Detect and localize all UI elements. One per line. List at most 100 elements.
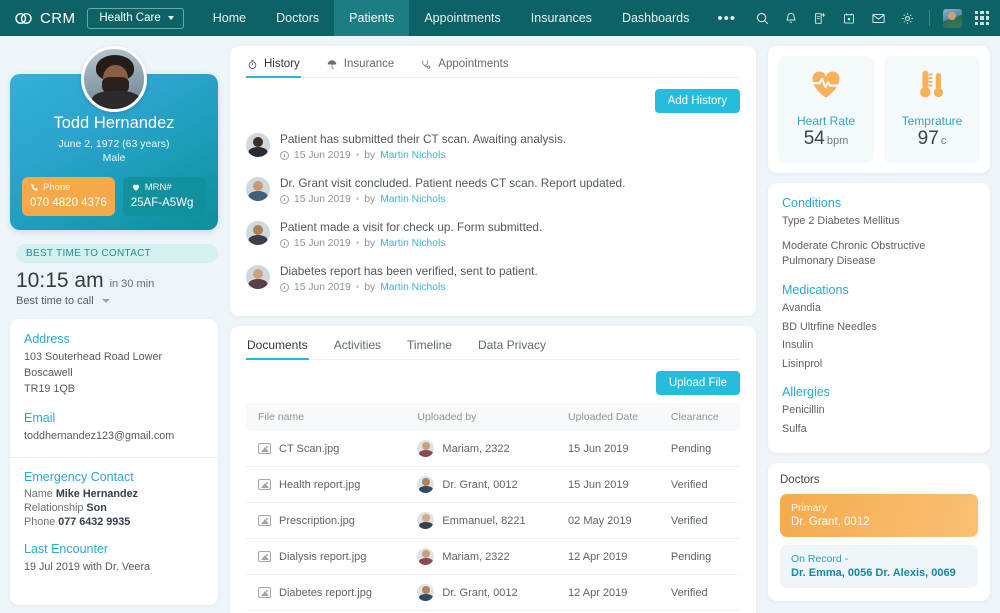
module-selector[interactable]: Health Care <box>87 7 184 29</box>
patient-mrn-pill[interactable]: MRN# 25AF-A5Wg <box>122 177 206 217</box>
last-encounter-title: Last Encounter <box>24 541 109 556</box>
phone-pill-label: Phone <box>43 182 71 193</box>
last-encounter-value: 19 Jul 2019 with Dr. Veera <box>24 560 151 573</box>
tab-activities[interactable]: Activities <box>333 338 382 359</box>
tab-appointments[interactable]: Appointments <box>419 58 509 77</box>
medications-title: Medications <box>782 282 849 297</box>
patient-photo <box>81 46 147 112</box>
heart-icon <box>132 185 139 192</box>
table-row[interactable]: Diabetes report.jpg Dr. Grant, 0012 12 A… <box>246 574 740 611</box>
file-name-text: Dialysis report.jpg <box>279 550 367 563</box>
history-item[interactable]: Diabetes report has been verified, sent … <box>246 258 740 302</box>
apps-grid-icon[interactable] <box>968 5 994 31</box>
brand-logo-area[interactable]: CRM <box>0 0 87 36</box>
table-row[interactable]: Health report.jpg Dr. Grant, 0012 15 Jun… <box>246 466 740 503</box>
nav-item-appointments[interactable]: Appointments <box>409 0 515 36</box>
mail-icon[interactable] <box>865 5 891 31</box>
best-time-note-row[interactable]: Best time to call <box>10 295 218 307</box>
on-record-label: On Record - <box>791 552 849 565</box>
crm-rings-logo <box>15 12 32 24</box>
history-item-meta: 15 Jun 2019 • by Martin Nichols <box>280 150 566 161</box>
history-item[interactable]: Dr. Grant visit concluded. Patient needs… <box>246 170 740 214</box>
history-item-date: 15 Jun 2019 <box>294 194 351 205</box>
last-encounter-block: Last Encounter 19 Jul 2019 with Dr. Veer… <box>24 542 204 576</box>
uploader-name: Dr. Grant, 0012 <box>442 478 518 491</box>
cell-clearance: Verified <box>664 502 740 539</box>
documents-panel: Documents Activities Timeline Data Priva… <box>230 326 756 613</box>
patient-phone-pill[interactable]: Phone 070 4820 4376 <box>22 177 115 217</box>
cell-file-name: Prescription.jpg <box>246 502 412 539</box>
meta-separator: • <box>355 194 360 205</box>
info-divider <box>10 456 218 458</box>
nav-item-dashboards[interactable]: Dashboards <box>607 0 704 36</box>
documents-table-head: File name Uploaded by Uploaded Date Clea… <box>246 403 740 431</box>
vital-temperature-value-row: 97 c <box>890 128 974 150</box>
on-record-doctors-card[interactable]: On Record - Dr. Emma, 0056 Dr. Alexis, 0… <box>780 544 978 588</box>
vital-temperature-label: Temprature <box>901 114 963 128</box>
medication-item: Lisinprol <box>782 357 823 370</box>
history-item-meta: 15 Jun 2019 • by Martin Nichols <box>280 238 542 249</box>
tab-insurance[interactable]: Insurance <box>325 58 396 77</box>
module-selector-label: Health Care <box>99 11 161 24</box>
history-item-text: Patient has submitted their CT scan. Awa… <box>280 132 567 146</box>
history-item-meta: 15 Jun 2019 • by Martin Nichols <box>280 282 538 293</box>
tab-timeline[interactable]: Timeline <box>406 338 453 359</box>
caret-down-icon <box>167 15 174 20</box>
upload-file-button[interactable]: Upload File <box>655 371 740 395</box>
tab-data-privacy[interactable]: Data Privacy <box>477 338 547 359</box>
table-row[interactable]: Prescription.jpg Emmanuel, 8221 02 May 2… <box>246 502 740 539</box>
email-value[interactable]: toddhernandez123@gmail.com <box>24 429 204 445</box>
primary-doctor-card[interactable]: Primary Dr. Grant, 0012 <box>780 493 978 537</box>
calendar-icon[interactable] <box>836 5 862 31</box>
history-item-author[interactable]: Martin Nichols <box>380 150 445 161</box>
cell-uploaded-date: 02 May 2019 <box>562 502 665 539</box>
vital-heart-rate: Heart Rate 54 bpm <box>778 56 874 163</box>
uploader-name: Mariam, 2322 <box>442 442 510 455</box>
umbrella-icon <box>327 59 337 69</box>
cell-uploaded-by: Mariam, 2322 <box>411 431 563 467</box>
clock-icon <box>280 239 289 248</box>
table-row[interactable]: Dialysis report.jpg Mariam, 2322 12 Apr … <box>246 538 740 575</box>
search-icon[interactable] <box>749 5 775 31</box>
phone-pill-label-row: Phone <box>30 182 107 194</box>
table-row[interactable]: CT Scan.jpg Mariam, 2322 15 Jun 2019 Pen… <box>246 431 740 467</box>
tab-history[interactable]: History <box>246 58 301 78</box>
history-item[interactable]: Patient made a visit for check up. Form … <box>246 214 740 258</box>
cell-file-name: Diabetes report.jpg <box>246 574 412 611</box>
bell-icon[interactable] <box>778 5 804 31</box>
nav-item-home[interactable]: Home <box>198 0 261 36</box>
avatar-mariam-icon <box>417 548 435 565</box>
nav-item-patients[interactable]: Patients <box>334 0 410 36</box>
add-history-button[interactable]: Add History <box>654 89 740 113</box>
nav-right-actions <box>749 0 1000 36</box>
cell-file-name: Health report.jpg <box>246 466 412 503</box>
cell-uploaded-by: Mariam, 2322 <box>411 538 563 575</box>
cell-clearance: Verified <box>664 574 740 611</box>
file-name-text: CT Scan.jpg <box>279 442 340 455</box>
tab-documents[interactable]: Documents <box>246 338 309 360</box>
nav-item-insurances[interactable]: Insurances <box>516 0 607 36</box>
address-line1: 103 Souterhead Road Lower Boscawell <box>24 351 163 379</box>
best-time-badge: BEST TIME TO CONTACT <box>16 244 218 264</box>
emergency-name-row: Name Mike Hernandez <box>24 488 204 500</box>
history-item-author[interactable]: Martin Nichols <box>380 194 445 205</box>
avatar-emmanuel-icon <box>417 512 435 529</box>
history-item-date: 15 Jun 2019 <box>294 282 351 293</box>
nav-item-doctors[interactable]: Doctors <box>261 0 334 36</box>
new-note-icon[interactable] <box>807 5 833 31</box>
history-item-body: Patient made a visit for check up. Form … <box>280 220 542 249</box>
nav-divider <box>929 10 931 26</box>
primary-doctor-value: Dr. Grant, 0012 <box>791 515 870 528</box>
history-item[interactable]: Patient has submitted their CT scan. Awa… <box>246 126 740 170</box>
history-list: Patient has submitted their CT scan. Awa… <box>246 113 740 302</box>
gear-icon[interactable] <box>894 5 920 31</box>
user-avatar[interactable] <box>939 5 965 31</box>
nav-more-button[interactable]: ••• <box>704 0 749 36</box>
history-item-body: Patient has submitted their CT scan. Awa… <box>280 132 566 161</box>
vital-heart-rate-label: Heart Rate <box>796 114 856 128</box>
on-record-value: Dr. Emma, 0056 Dr. Alexis, 0069 <box>791 566 956 579</box>
chevron-down-icon[interactable] <box>101 299 110 304</box>
history-item-author[interactable]: Martin Nichols <box>380 238 445 249</box>
history-item-author[interactable]: Martin Nichols <box>380 282 445 293</box>
patient-info-card: Address 103 Souterhead Road Lower Boscaw… <box>10 319 218 605</box>
